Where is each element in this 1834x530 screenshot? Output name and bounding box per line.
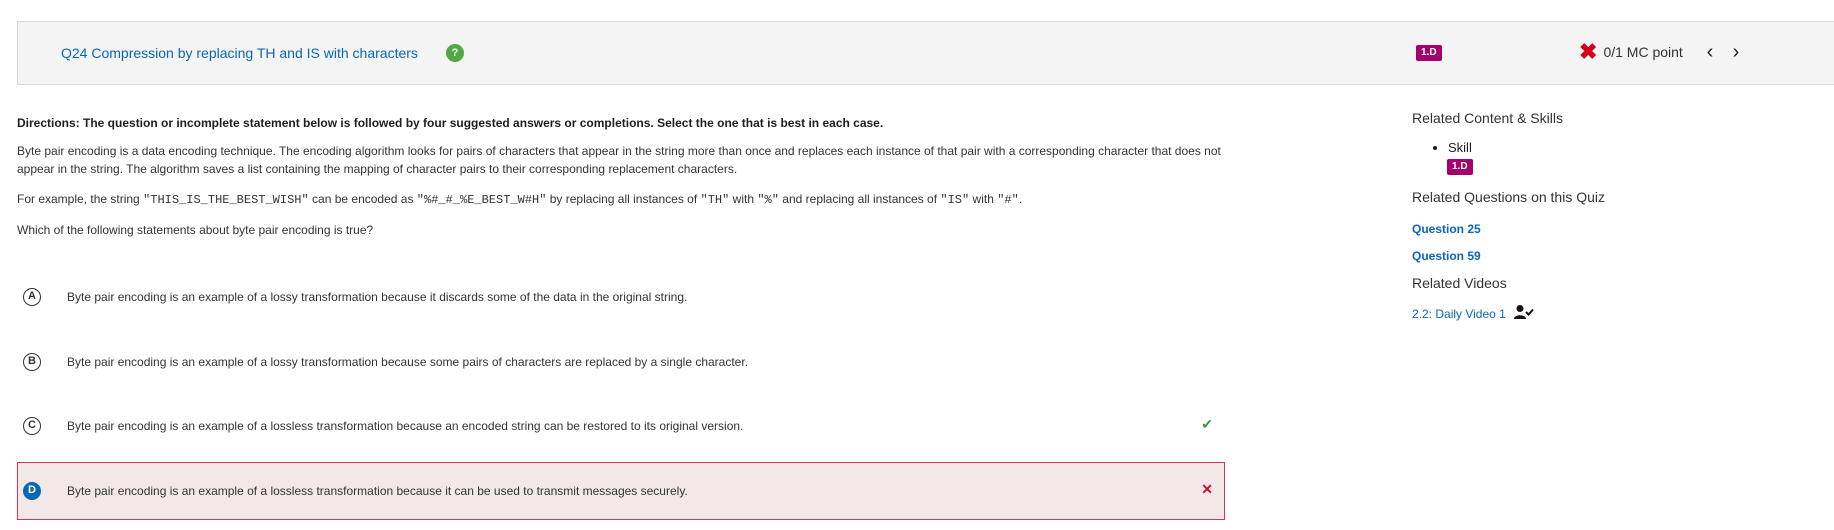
question-paragraph: Byte pair encoding is a data encoding te… <box>17 144 1221 176</box>
question-header: Q24 Compression by replacing TH and IS w… <box>17 21 1834 85</box>
choice-text: Byte pair encoding is an example of a lo… <box>67 355 749 369</box>
example-text: can be encoded as <box>308 192 417 206</box>
example-text: . <box>1018 192 1023 206</box>
choice-letter: B <box>23 353 41 371</box>
example-paragraph: For example, the string "THIS_IS_THE_BES… <box>17 190 1225 209</box>
daily-video-link[interactable]: 2.2: Daily Video 1 <box>1412 307 1506 321</box>
question-body: Directions: The question or incomplete s… <box>17 116 1225 251</box>
choice-text: Byte pair encoding is an example of a lo… <box>67 484 688 498</box>
answer-choice-b[interactable]: B Byte pair encoding is an example of a … <box>17 333 1225 391</box>
skill-list: Skill <box>1448 140 1812 155</box>
answer-choice-d[interactable]: D Byte pair encoding is an example of a … <box>17 462 1225 520</box>
related-question-link[interactable]: Question 59 <box>1412 249 1812 263</box>
question-prompt: Which of the following statements about … <box>17 223 374 237</box>
related-questions-heading: Related Questions on this Quiz <box>1412 189 1605 205</box>
example-text: with <box>729 192 758 206</box>
incorrect-icon: ✖ <box>1579 39 1598 64</box>
score-text: 0/1 MC point <box>1603 44 1683 60</box>
help-icon[interactable]: ? <box>446 44 464 62</box>
choice-letter: D <box>23 482 41 500</box>
example-text: by replacing all instances of <box>546 192 701 206</box>
user-check-icon <box>1513 304 1534 323</box>
previous-question-button[interactable]: ‹ <box>1700 40 1720 64</box>
choice-text: Byte pair encoding is an example of a lo… <box>67 419 744 433</box>
related-content-heading: Related Content & Skills <box>1412 110 1563 126</box>
correct-check-icon: ✔ <box>1201 416 1213 432</box>
example-text: with <box>969 192 998 206</box>
choice-letter: A <box>23 288 41 306</box>
skill-badge: 1.D <box>1416 45 1442 61</box>
related-question-link[interactable]: Question 25 <box>1412 222 1812 236</box>
directions-text: Directions: The question or incomplete s… <box>17 116 884 130</box>
example-code: "%#_#_%E_BEST_W#H" <box>416 193 547 207</box>
related-videos-heading: Related Videos <box>1412 275 1507 291</box>
example-code: "%" <box>757 193 779 207</box>
answer-choice-a[interactable]: A Byte pair encoding is an example of a … <box>17 268 1225 326</box>
choice-text: Byte pair encoding is an example of a lo… <box>67 290 688 304</box>
next-question-button[interactable]: › <box>1726 40 1746 64</box>
example-text: and replacing all instances of <box>778 192 941 206</box>
choice-letter: C <box>23 417 41 435</box>
example-text: For example, the string <box>17 192 144 206</box>
video-item: 2.2: Daily Video 1 <box>1412 304 1812 323</box>
related-sidebar: Related Content & Skills Skill 1.D Relat… <box>1412 110 1812 323</box>
question-title[interactable]: Q24 Compression by replacing TH and IS w… <box>61 45 418 61</box>
example-code: "TH" <box>700 193 730 207</box>
score-display: ✖ 0/1 MC point <box>1579 39 1683 64</box>
answer-choice-c[interactable]: C Byte pair encoding is an example of a … <box>17 397 1225 455</box>
example-code: "#" <box>997 193 1019 207</box>
example-code: "IS" <box>940 193 970 207</box>
skill-item: Skill <box>1448 140 1812 155</box>
example-code: "THIS_IS_THE_BEST_WISH" <box>143 193 309 207</box>
incorrect-x-icon: ✕ <box>1201 481 1213 497</box>
skill-badge: 1.D <box>1447 159 1473 175</box>
